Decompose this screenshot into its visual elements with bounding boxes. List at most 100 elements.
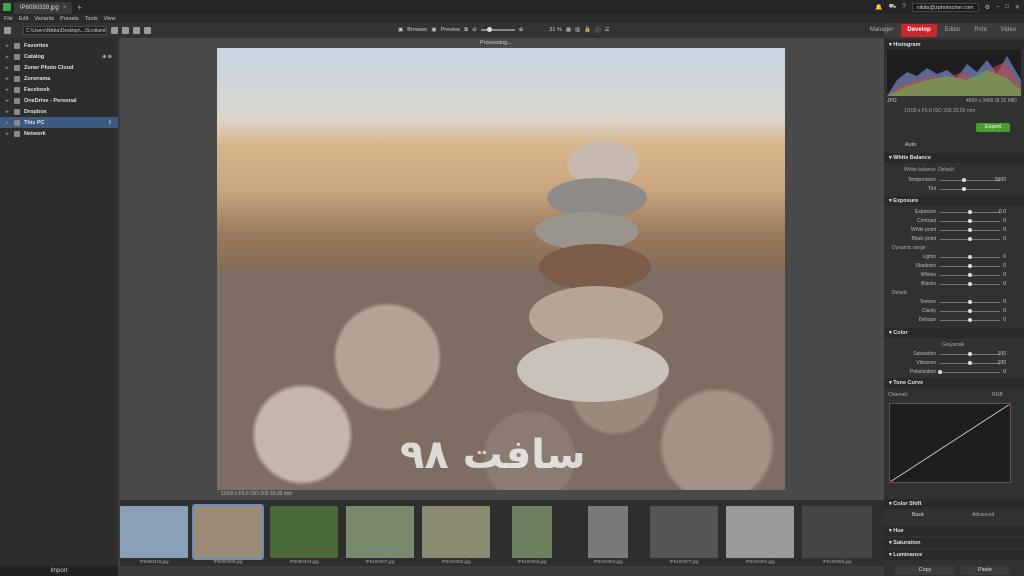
tab-video[interactable]: Video xyxy=(995,24,1022,37)
fit-icon[interactable]: ▦ xyxy=(566,27,571,33)
filmstrip-thumbnail[interactable] xyxy=(588,506,628,558)
color-shift-header[interactable]: ▾ Color Shift xyxy=(884,499,1024,509)
filmstrip-thumbnail[interactable] xyxy=(270,506,338,558)
details-slider[interactable]: Dehaze 0 xyxy=(884,316,1024,325)
slider-knob[interactable] xyxy=(968,361,972,365)
histogram-header[interactable]: ▾ Histogram xyxy=(884,40,1024,50)
zoom-out-icon[interactable]: ⊖ xyxy=(472,27,477,33)
slider-knob[interactable] xyxy=(968,273,972,277)
lock-icon[interactable]: 🔒 xyxy=(584,27,591,33)
slider-value[interactable]: 100 xyxy=(998,360,1006,366)
slider-value[interactable]: 0 xyxy=(1003,218,1006,224)
export-button[interactable]: Export xyxy=(976,123,1010,132)
slider-track[interactable] xyxy=(940,372,1000,373)
help-icon[interactable]: ? xyxy=(902,4,905,10)
filmstrip-thumbnail[interactable] xyxy=(192,504,264,560)
luminance-header[interactable]: ▾ Luminance xyxy=(884,550,1024,560)
tab-editor[interactable]: Editor xyxy=(939,24,967,37)
slider-track[interactable] xyxy=(940,189,1000,190)
slider-value[interactable]: 0.0 xyxy=(999,209,1006,215)
filmstrip-thumbnail[interactable] xyxy=(346,506,414,558)
save-icon[interactable] xyxy=(133,27,140,34)
color-slider[interactable]: Polarization 0 xyxy=(884,368,1024,377)
expand-icon[interactable]: ▸ xyxy=(6,54,10,60)
slider-knob[interactable] xyxy=(968,219,972,223)
path-field[interactable]: C:\Users\Nikita\Desktop\...\Scotland xyxy=(23,26,107,35)
tone-curve-graph[interactable] xyxy=(888,402,1012,484)
copy-button[interactable]: Copy xyxy=(895,566,955,575)
zoom-slider[interactable] xyxy=(480,27,515,32)
slider-value[interactable]: 5600 xyxy=(995,177,1006,183)
sidebar-item-onedrive-personal[interactable]: ▸ OneDrive - Personal xyxy=(0,95,118,106)
menu-tools[interactable]: Tools xyxy=(85,16,98,22)
paste-button[interactable]: Paste xyxy=(960,566,1010,575)
sidebar-item-network[interactable]: ▸ Network xyxy=(0,128,118,139)
exposure-header[interactable]: ▾ Exposure xyxy=(884,196,1024,206)
slider-knob[interactable] xyxy=(968,210,972,214)
account-field[interactable]: nikita@zphotocine.com xyxy=(911,2,979,12)
exposure-slider[interactable]: Exposure 0.0 xyxy=(884,208,1024,217)
filmstrip-thumbnail[interactable] xyxy=(802,506,872,558)
expand-icon[interactable]: ▸ xyxy=(6,43,10,49)
menu-file[interactable]: File xyxy=(4,16,13,22)
expand-icon[interactable]: ▸ xyxy=(6,131,10,137)
main-photo[interactable] xyxy=(217,48,785,490)
details-slider[interactable]: Clarity 0 xyxy=(884,307,1024,316)
sidebar-item-this-pc[interactable]: ▸ This PC ⇕ xyxy=(0,117,118,128)
slider-knob[interactable] xyxy=(968,318,972,322)
exposure-slider[interactable]: White point 0 xyxy=(884,226,1024,235)
document-tab[interactable]: IP6090339.jpg × xyxy=(14,2,73,14)
folder-icon[interactable] xyxy=(4,27,11,34)
exposure-slider[interactable]: Black point 0 xyxy=(884,235,1024,244)
slider-knob[interactable] xyxy=(968,309,972,313)
browse-icon[interactable] xyxy=(144,27,151,34)
slider-knob[interactable] xyxy=(962,178,966,182)
minimize-icon[interactable]: – xyxy=(996,4,999,10)
dynamic-range-slider[interactable]: Whites 0 xyxy=(884,271,1024,280)
close-tab-icon[interactable]: × xyxy=(63,5,67,11)
maximize-icon[interactable]: □ xyxy=(1005,4,1009,10)
slider-value[interactable]: 0 xyxy=(1003,317,1006,323)
temperature-slider[interactable]: Temperature 5600 xyxy=(884,176,1024,185)
add-tab-icon[interactable]: + xyxy=(77,3,82,12)
slider-value[interactable]: 0 xyxy=(1003,254,1006,260)
slider-value[interactable]: 0 xyxy=(1003,281,1006,287)
slider-value[interactable]: 0 xyxy=(1003,236,1006,242)
tab-print[interactable]: Print xyxy=(968,24,992,37)
sidebar-item-zonerama[interactable]: ▸ Zonerama xyxy=(0,73,118,84)
color-slider[interactable]: Saturation 100 xyxy=(884,350,1024,359)
browser-button[interactable]: Browser xyxy=(407,27,427,33)
preview-icon[interactable]: ▣ xyxy=(431,27,436,33)
slider-value[interactable]: 0 xyxy=(1003,227,1006,233)
color-slider[interactable]: Vibrance 100 xyxy=(884,359,1024,368)
sidebar-item-dropbox[interactable]: ▸ Dropbox xyxy=(0,106,118,117)
dynamic-range-slider[interactable]: Shadows 0 xyxy=(884,262,1024,271)
dynamic-range-slider[interactable]: Lights 0 xyxy=(884,253,1024,262)
slider-value[interactable]: 0 xyxy=(1003,369,1006,375)
menu-edit[interactable]: Edit xyxy=(19,16,28,22)
saturation-header[interactable]: ▾ Saturation xyxy=(884,538,1024,548)
slider-knob[interactable] xyxy=(968,300,972,304)
expand-icon[interactable]: ▸ xyxy=(6,65,10,71)
sidebar-item-actions[interactable]: ⊕ ⊗ xyxy=(102,54,112,60)
exposure-slider[interactable]: Contrast 0 xyxy=(884,217,1024,226)
import-button[interactable]: Import xyxy=(0,566,118,576)
cart-icon[interactable]: ⛟ xyxy=(889,3,897,11)
sidebar-item-zoner-photo-cloud[interactable]: ▸ Zoner Photo Cloud xyxy=(0,62,118,73)
slider-knob[interactable] xyxy=(968,352,972,356)
slider-value[interactable]: 0 xyxy=(1003,272,1006,278)
slider-knob[interactable] xyxy=(968,228,972,232)
menu-variants[interactable]: Variants xyxy=(34,16,54,22)
menu-presets[interactable]: Presets xyxy=(60,16,79,22)
tab-manager[interactable]: Manager xyxy=(864,24,900,37)
slider-knob[interactable] xyxy=(968,237,972,241)
external-icon[interactable]: ⧉ xyxy=(464,27,468,34)
slider-track[interactable] xyxy=(940,180,1000,181)
close-window-icon[interactable]: ✕ xyxy=(1015,4,1020,11)
expand-icon[interactable]: ▸ xyxy=(6,120,10,126)
filmstrip-thumbnail[interactable] xyxy=(726,506,794,558)
filmstrip-thumbnail[interactable] xyxy=(422,506,490,558)
slider-value[interactable]: 100 xyxy=(998,351,1006,357)
menu-view[interactable]: View xyxy=(104,16,116,22)
expand-icon[interactable]: ▸ xyxy=(6,109,10,115)
